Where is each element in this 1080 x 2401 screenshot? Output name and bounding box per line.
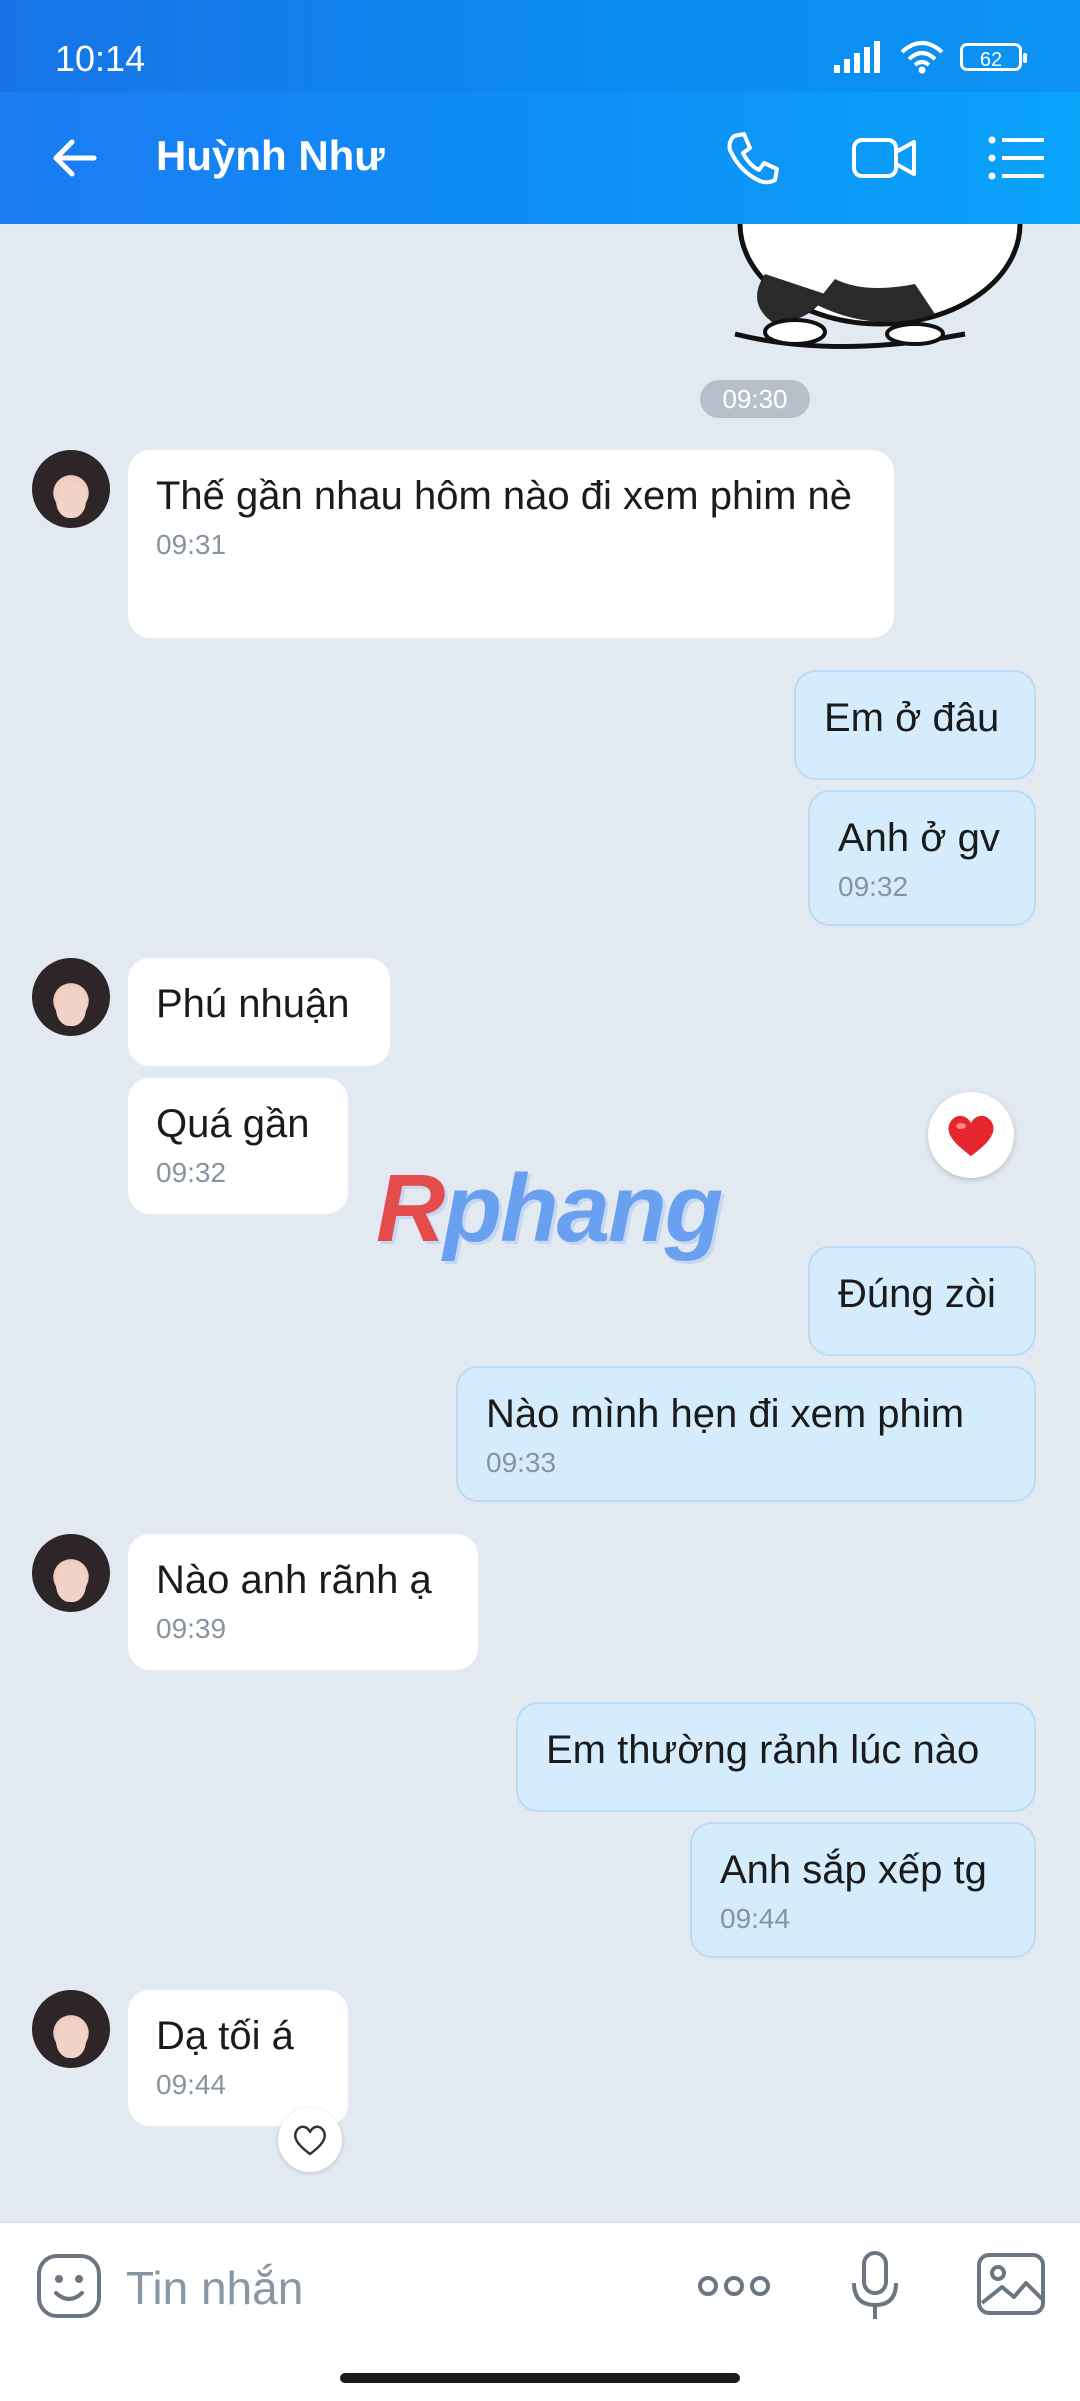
status-icons: 62 — [834, 40, 1027, 74]
message-bubble-sent[interactable]: Em ở đâu — [794, 670, 1036, 780]
wifi-icon — [900, 41, 944, 74]
message-time: 09:32 — [838, 871, 909, 902]
message-bubble-sent[interactable]: Đúng zòi — [808, 1246, 1036, 1356]
message-list[interactable]: 09:30 Thế gần nhau hôm nào đi xem phim n… — [0, 224, 1080, 2222]
message-bubble-sent[interactable]: Anh ở gv 09:32 — [808, 790, 1036, 926]
contact-avatar[interactable] — [32, 958, 110, 1036]
contact-name[interactable]: Huỳnh Như — [156, 132, 385, 180]
message-text: Phú nhuận — [156, 982, 350, 1026]
heart-reaction-button[interactable] — [928, 1092, 1014, 1178]
signal-icon — [834, 41, 880, 73]
react-heart-button[interactable] — [278, 2108, 342, 2172]
message-text: Quá gần — [156, 1102, 310, 1146]
message-bubble-sent[interactable]: Nào mình hẹn đi xem phim 09:33 — [456, 1366, 1036, 1502]
message-text: Nào anh rãnh ạ — [156, 1558, 432, 1602]
more-options-icon[interactable] — [696, 2251, 772, 2321]
message-text: Anh ở gv — [838, 816, 1000, 860]
status-bar: 10:14 62 — [0, 0, 1080, 92]
message-text: Em ở đâu — [824, 696, 1000, 740]
home-indicator — [340, 2373, 740, 2383]
sticker-cat-image[interactable] — [715, 224, 1025, 354]
back-arrow-icon[interactable] — [44, 122, 116, 194]
heart-outline-icon — [293, 2125, 327, 2156]
message-bubble-received[interactable]: Nào anh rãnh ạ 09:39 — [128, 1534, 478, 1670]
message-time: 09:44 — [720, 1903, 791, 1934]
heart-filled-icon — [948, 1115, 994, 1156]
contact-avatar[interactable] — [32, 450, 110, 528]
message-text: Em thường rảnh lúc nào — [546, 1728, 980, 1772]
contact-avatar[interactable] — [32, 1534, 110, 1612]
message-text: Thế gần nhau hôm nào đi xem phim nè — [156, 474, 852, 518]
message-bubble-received[interactable]: Quá gần 09:32 — [128, 1078, 348, 1214]
message-time: 09:39 — [156, 1613, 227, 1644]
menu-list-icon[interactable] — [980, 122, 1052, 194]
message-bubble-received[interactable]: Phú nhuận — [128, 958, 390, 1066]
status-time: 10:14 — [55, 38, 146, 79]
contact-avatar[interactable] — [32, 1990, 110, 2068]
message-input[interactable]: Tin nhắn — [126, 2261, 303, 2315]
message-time: 09:44 — [156, 2069, 227, 2100]
time-divider: 09:30 — [700, 380, 810, 418]
message-time: 09:33 — [486, 1447, 557, 1478]
video-call-icon[interactable] — [848, 122, 920, 194]
watermark-logo: Rphang — [376, 1155, 723, 1262]
message-text: Anh sắp xếp tg — [720, 1848, 987, 1892]
phone-icon[interactable] — [716, 122, 788, 194]
message-bubble-received[interactable]: Thế gần nhau hôm nào đi xem phim nè 09:3… — [128, 450, 894, 638]
message-time: 09:32 — [156, 1157, 227, 1188]
message-text: Đúng zòi — [838, 1272, 996, 1316]
message-text: Nào mình hẹn đi xem phim — [486, 1392, 965, 1436]
message-bubble-sent[interactable]: Em thường rảnh lúc nào — [516, 1702, 1036, 1812]
message-time: 09:31 — [156, 529, 227, 560]
message-bubble-sent[interactable]: Anh sắp xếp tg 09:44 — [690, 1822, 1036, 1958]
image-gallery-icon[interactable] — [974, 2247, 1048, 2321]
chat-header: Huỳnh Như — [0, 92, 1080, 224]
microphone-icon[interactable] — [840, 2247, 910, 2323]
message-bubble-received[interactable]: Dạ tối á 09:44 — [128, 1990, 348, 2126]
sticker-emoji-icon[interactable] — [34, 2251, 104, 2321]
battery-icon: 62 — [960, 43, 1027, 71]
message-text: Dạ tối á — [156, 2014, 294, 2058]
message-input-bar: Tin nhắn — [0, 2222, 1080, 2401]
